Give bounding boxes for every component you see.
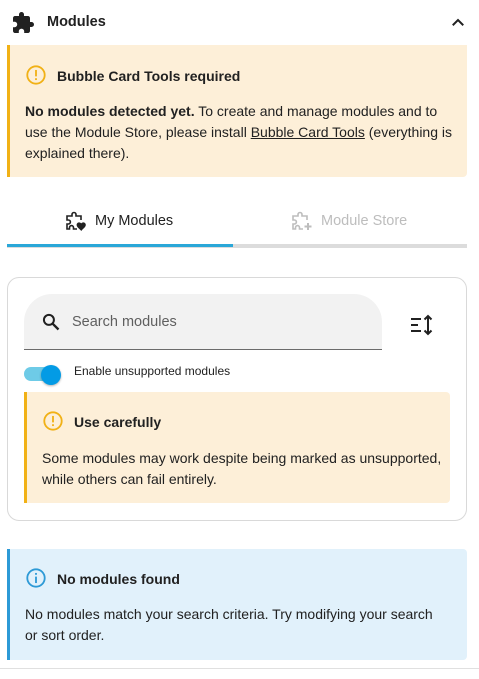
tab-my-modules[interactable]: My Modules xyxy=(7,198,233,245)
search-icon xyxy=(42,313,60,331)
alert-title: Bubble Card Tools required xyxy=(57,68,241,84)
alert-body: Some modules may work despite being mark… xyxy=(42,450,442,487)
alert-accent-bar xyxy=(24,392,27,503)
use-carefully-alert: Use carefully Some modules may work desp… xyxy=(24,392,450,503)
tab-label: Module Store xyxy=(321,213,408,229)
tools-required-alert: Bubble Card Tools required No modules de… xyxy=(7,45,467,177)
toggle-knob xyxy=(41,365,61,385)
alert-accent-bar xyxy=(7,45,10,177)
alert-body-bold: No modules detected yet. xyxy=(25,103,195,119)
toggle-label: Enable unsupported modules xyxy=(74,364,231,378)
alert-body: No modules match your search criteria. T… xyxy=(25,606,433,643)
alert-circle-icon xyxy=(43,411,63,431)
alert-accent-bar xyxy=(7,549,10,660)
tab-active-indicator xyxy=(7,244,233,247)
modules-panel: Enable unsupported modules Use carefully… xyxy=(7,277,467,521)
puzzle-heart-icon xyxy=(66,211,86,231)
info-icon xyxy=(26,568,46,588)
section-divider xyxy=(0,668,479,669)
sort-icon[interactable] xyxy=(410,314,434,336)
alert-title: No modules found xyxy=(57,571,180,587)
header-title: Modules xyxy=(47,14,106,30)
alert-circle-icon xyxy=(26,65,46,85)
tab-module-store[interactable]: Module Store xyxy=(233,198,459,245)
alert-body: No modules detected yet. To create and m… xyxy=(25,101,457,164)
search-input[interactable] xyxy=(72,311,362,333)
search-field[interactable] xyxy=(24,294,382,350)
no-modules-found-alert: No modules found No modules match your s… xyxy=(7,549,467,660)
unsupported-modules-toggle[interactable] xyxy=(24,362,62,385)
modules-header[interactable]: Modules xyxy=(0,0,479,45)
alert-title: Use carefully xyxy=(74,414,162,430)
puzzle-icon xyxy=(13,12,34,33)
bubble-card-tools-link[interactable]: Bubble Card Tools xyxy=(251,124,365,140)
chevron-up-icon[interactable] xyxy=(449,14,467,32)
module-tabs: My Modules Module Store xyxy=(7,198,467,248)
tab-label: My Modules xyxy=(95,213,174,229)
puzzle-plus-icon xyxy=(292,211,312,230)
